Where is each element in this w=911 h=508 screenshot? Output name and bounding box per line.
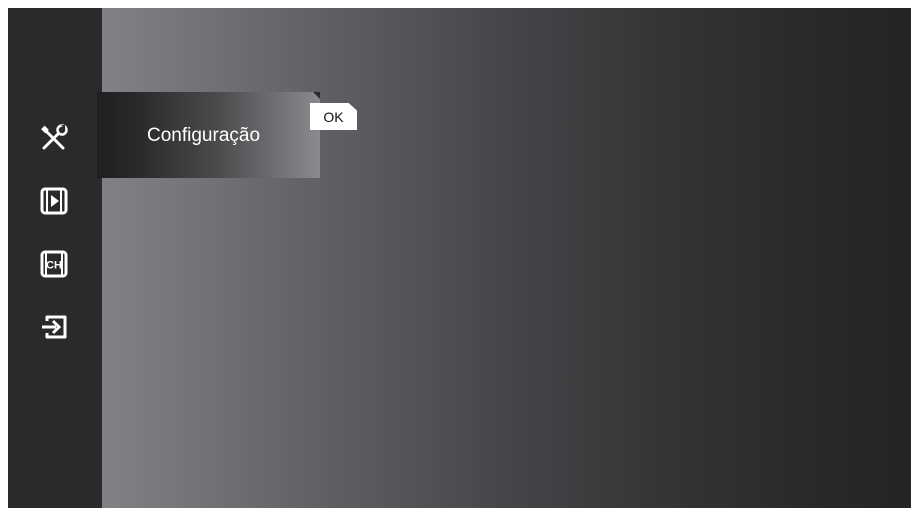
channel-icon-label: CH — [46, 260, 62, 272]
input-source-icon — [42, 315, 67, 339]
tools-icon — [41, 124, 68, 150]
card-corner-fold — [313, 92, 320, 99]
tv-menu-screen: CH Configuração OK — [8, 8, 911, 508]
sidebar: CH — [8, 8, 102, 508]
sidebar-item-media[interactable] — [38, 185, 70, 217]
sidebar-item-channels[interactable]: CH — [38, 248, 70, 280]
sidebar-item-input-source[interactable] — [38, 311, 70, 343]
sidebar-item-settings[interactable] — [38, 122, 70, 154]
ok-button[interactable]: OK — [310, 103, 357, 130]
menu-item-label: Configuração — [147, 125, 261, 146]
channel-icon: CH — [40, 250, 68, 278]
media-play-icon — [40, 187, 68, 215]
menu-item-settings[interactable]: Configuração — [97, 92, 320, 178]
